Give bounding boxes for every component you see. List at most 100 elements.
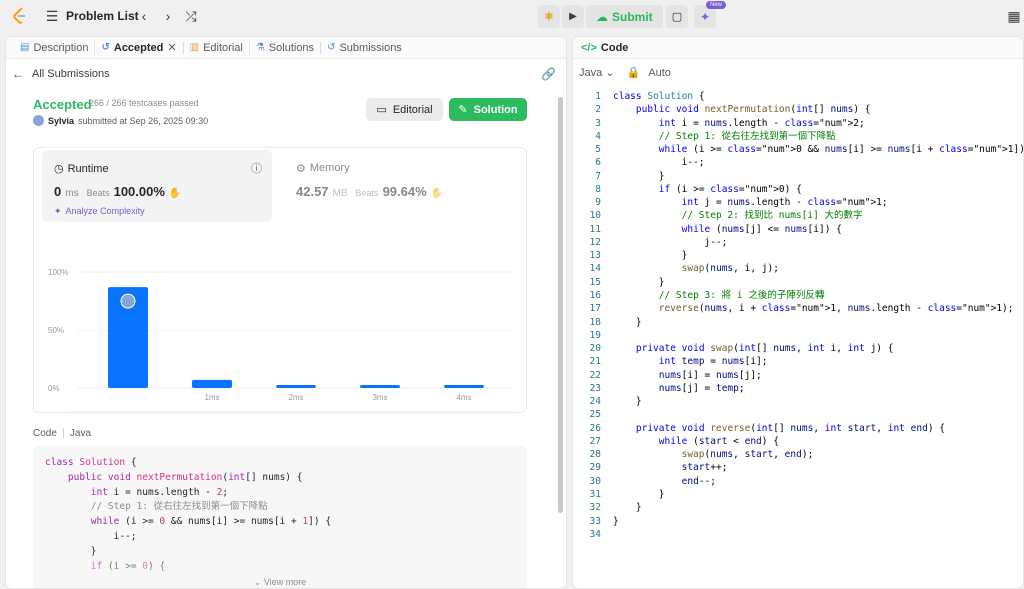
code-line[interactable]: [613, 528, 1023, 541]
code-line[interactable]: }: [613, 501, 1023, 514]
code-line[interactable]: private void swap(int[] nums, int i, int…: [613, 342, 1023, 355]
chart-minimap[interactable]: [66, 411, 518, 414]
chevron-left-icon[interactable]: ‹: [136, 8, 152, 24]
back-label: All Submissions: [32, 68, 110, 80]
code-line[interactable]: nums[i] = nums[j];: [613, 369, 1023, 382]
tab-label: Solutions: [268, 41, 315, 54]
code-line[interactable]: // Step 1: 從右往左找到第一個下降點: [613, 130, 1023, 143]
code-line[interactable]: [613, 329, 1023, 342]
tab-description[interactable]: ▤ Description: [14, 42, 94, 54]
x-tick-label: 1ms: [204, 393, 219, 402]
code-line[interactable]: swap(nums, start, end);: [613, 448, 1023, 461]
line-number: 6: [595, 157, 601, 169]
code-line[interactable]: }: [613, 395, 1023, 408]
close-icon[interactable]: ✕: [167, 41, 176, 54]
avatar[interactable]: [33, 115, 44, 126]
code-line[interactable]: while (i >= class="num">0 && nums[i] >= …: [613, 143, 1023, 156]
tab-submissions[interactable]: ↺ Submissions: [321, 42, 408, 54]
book-icon: ▥: [189, 42, 200, 53]
code-line[interactable]: }: [613, 249, 1023, 262]
auto-label[interactable]: Auto: [648, 67, 671, 79]
code-line[interactable]: int temp = nums[i];: [613, 355, 1023, 368]
code-line[interactable]: int i = nums.length - class="num">2;: [613, 117, 1023, 130]
tab-label: Accepted: [113, 41, 164, 54]
view-more-button[interactable]: ⌄ View more: [33, 577, 527, 588]
line-number: 31: [589, 488, 601, 500]
editorial-button[interactable]: ▭ Editorial: [366, 98, 443, 121]
shuffle-icon[interactable]: ⤮: [183, 8, 199, 24]
left-scrollbar[interactable]: [558, 97, 563, 513]
flask-icon: ⚗: [255, 42, 265, 53]
code-line[interactable]: private void reverse(int[] nums, int sta…: [613, 422, 1023, 435]
document-icon: ▤: [20, 42, 30, 53]
code-line[interactable]: start++;: [613, 461, 1023, 474]
code-line[interactable]: [613, 408, 1023, 421]
edit-icon: ✎: [458, 104, 468, 116]
problem-list-link[interactable]: Problem List: [66, 9, 139, 23]
code-line[interactable]: }: [613, 488, 1023, 501]
back-to-submissions[interactable]: ← All Submissions: [12, 67, 110, 81]
line-number: 25: [589, 409, 601, 421]
line-number: 3: [595, 117, 601, 129]
code-line[interactable]: }: [613, 515, 1023, 528]
code-line[interactable]: }: [613, 276, 1023, 289]
line-number: 10: [589, 210, 601, 222]
code-line[interactable]: reverse(nums, i + class="num">1, nums.le…: [613, 302, 1023, 315]
username[interactable]: Sylvia: [48, 116, 74, 126]
sparkle-icon: ✦: [699, 9, 711, 24]
code-line[interactable]: while (start < end) {: [613, 435, 1023, 448]
bug-icon: ✱: [544, 11, 554, 23]
layout-grid-icon[interactable]: ▦: [1006, 8, 1022, 24]
code-line[interactable]: class Solution {: [613, 90, 1023, 103]
editor-toolbar: Java ⌄ 🔒 Auto: [579, 66, 671, 80]
tab-accepted[interactable]: ↺ Accepted ✕: [95, 41, 182, 55]
line-number: 18: [589, 316, 601, 328]
notes-button[interactable]: ▢: [666, 5, 688, 28]
chart-bar[interactable]: [360, 385, 400, 388]
code-line[interactable]: end--;: [613, 475, 1023, 488]
code-line[interactable]: public void nextPermutation(int[] nums) …: [613, 103, 1023, 116]
code-line[interactable]: while (nums[j] <= nums[i]) {: [613, 223, 1023, 236]
solution-button[interactable]: ✎ Solution: [449, 98, 527, 121]
line-number: 27: [589, 435, 601, 447]
code-editor[interactable]: 1 2 3 4 5 6 7 8 9 10 11 12 13 14 15 16 17 18 19 20 21 22 23 24 2…: [573, 87, 1023, 588]
code-line[interactable]: j--;: [613, 236, 1023, 249]
chart-bar[interactable]: [192, 379, 232, 388]
chart-bar[interactable]: [276, 385, 316, 388]
debug-button[interactable]: ✱: [538, 5, 560, 28]
submission-meta: Sylvia submitted at Sep 26, 2025 09:30: [33, 115, 208, 126]
y-tick-label: 50%: [48, 326, 64, 335]
code-line[interactable]: }: [613, 316, 1023, 329]
code-line[interactable]: int j = nums.length - class="num">1;: [613, 196, 1023, 209]
list-icon[interactable]: ☰: [44, 8, 60, 24]
code-line[interactable]: nums[j] = temp;: [613, 382, 1023, 395]
code-preview[interactable]: class Solution { public void nextPermuta…: [33, 446, 527, 588]
run-button[interactable]: ▶: [562, 5, 584, 28]
line-number: 20: [589, 343, 601, 355]
tab-solutions[interactable]: ⚗ Solutions: [250, 42, 320, 54]
runtime-distribution-chart[interactable]: 100% 50% 0% 1ms 2ms 3ms 4ms: [34, 148, 528, 414]
code-text[interactable]: class Solution { public void nextPermuta…: [613, 90, 1023, 541]
your-submission-avatar: [120, 293, 136, 309]
code-line[interactable]: if (i >= class="num">0) {: [613, 183, 1023, 196]
share-link-icon[interactable]: 🔗: [541, 67, 556, 81]
line-number: 29: [589, 462, 601, 474]
code-line[interactable]: // Step 2: 找到比 nums[i] 大的數字: [613, 209, 1023, 222]
line-number: 12: [589, 236, 601, 248]
code-preview-header: Code Java: [33, 428, 91, 439]
chart-bar[interactable]: [444, 385, 484, 388]
code-line[interactable]: i--;: [613, 156, 1023, 169]
code-preview-lang: Java: [69, 428, 92, 439]
submit-button[interactable]: ☁ Submit: [586, 5, 663, 28]
language-select[interactable]: Java ⌄: [579, 66, 615, 79]
line-number: 17: [589, 303, 601, 315]
language-label: Java: [579, 67, 603, 79]
code-line[interactable]: }: [613, 170, 1023, 183]
tab-editorial[interactable]: ▥ Editorial: [184, 42, 249, 54]
chevron-down-icon: ⌄: [605, 67, 615, 79]
code-line[interactable]: // Step 3: 將 i 之後的子陣列反轉: [613, 289, 1023, 302]
leetcode-logo-icon[interactable]: [12, 7, 28, 25]
chevron-right-icon[interactable]: ›: [160, 8, 176, 24]
code-line[interactable]: swap(nums, i, j);: [613, 262, 1023, 275]
tab-code[interactable]: Code: [601, 42, 629, 54]
